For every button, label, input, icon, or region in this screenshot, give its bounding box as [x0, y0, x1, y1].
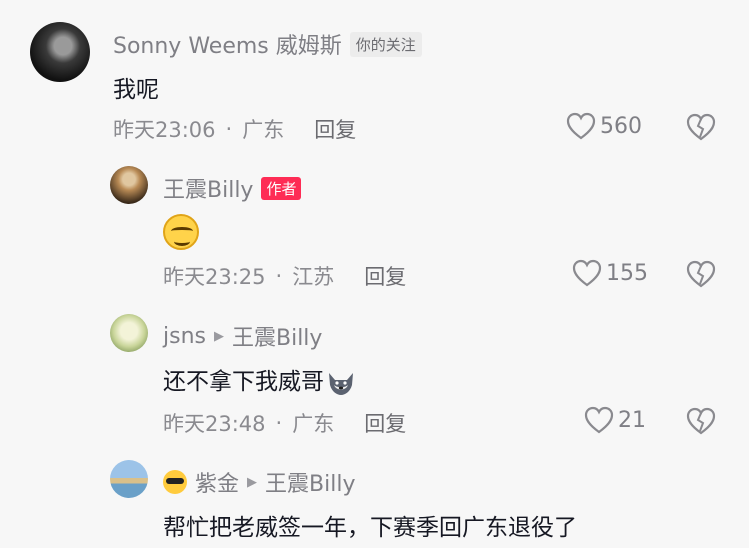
separator: ·	[275, 411, 283, 435]
heart-icon	[566, 112, 596, 140]
avatar[interactable]	[110, 460, 148, 498]
location: 江苏	[292, 265, 335, 289]
comment-meta: 昨天23:48 · 广东 回复	[163, 408, 406, 438]
like-count: 21	[618, 407, 646, 433]
avatar[interactable]	[30, 22, 90, 82]
username[interactable]: 紫金	[195, 466, 239, 498]
like-button[interactable]: 560	[566, 112, 642, 140]
comment-text: 帮忙把老威签一年，下赛季回广东退役了	[163, 515, 577, 541]
dislike-button[interactable]	[686, 407, 716, 435]
username[interactable]: jsns	[163, 324, 206, 349]
reply-to-username[interactable]: 王震Billy	[265, 466, 355, 498]
timestamp: 昨天23:06	[113, 118, 216, 142]
comment-author-row: 王震Billy 作者	[163, 172, 302, 204]
broken-heart-icon	[686, 113, 716, 141]
broken-heart-icon	[686, 407, 716, 435]
like-count: 155	[606, 260, 648, 286]
author-badge: 作者	[261, 176, 302, 200]
timestamp: 昨天23:25	[163, 265, 266, 289]
comment-text: 我呢	[113, 77, 159, 103]
username[interactable]: 王震Billy	[163, 172, 253, 204]
avatar[interactable]	[110, 166, 148, 204]
heart-icon	[572, 259, 602, 287]
following-badge: 你的关注	[349, 31, 422, 57]
reply-arrow-icon: ▶	[213, 328, 224, 344]
like-count: 560	[600, 113, 642, 139]
avatar[interactable]	[110, 314, 148, 352]
timestamp: 昨天23:48	[163, 412, 266, 436]
comment-author-row: jsns ▶ 王震Billy	[163, 320, 322, 352]
reply-button[interactable]: 回复	[364, 261, 406, 291]
heart-icon	[584, 406, 614, 434]
separator: ·	[225, 117, 233, 141]
separator: ·	[275, 264, 283, 288]
comment-author-row: 紫金 ▶ 王震Billy	[163, 466, 355, 498]
username[interactable]: Sonny Weems 威姆斯	[113, 28, 342, 60]
broken-heart-icon	[686, 260, 716, 288]
dislike-button[interactable]	[686, 113, 716, 141]
comment-meta: 昨天23:06 · 广东 回复	[113, 114, 356, 144]
sunglasses-face-icon	[163, 470, 187, 494]
wolf-emoji	[329, 372, 353, 395]
comment-meta: 昨天23:25 · 江苏 回复	[163, 261, 406, 291]
reply-button[interactable]: 回复	[314, 114, 356, 144]
reply-button[interactable]: 回复	[364, 408, 406, 438]
reply-to-username[interactable]: 王震Billy	[232, 320, 322, 352]
comment-author-row: Sonny Weems 威姆斯 你的关注	[113, 28, 422, 60]
reply-arrow-icon: ▶	[247, 474, 258, 490]
dislike-button[interactable]	[686, 260, 716, 288]
location: 广东	[242, 118, 285, 142]
grinning-face-emoji	[163, 214, 199, 250]
like-button[interactable]: 155	[572, 259, 648, 287]
location: 广东	[292, 412, 335, 436]
like-button[interactable]: 21	[584, 406, 646, 434]
comment-text: 还不拿下我威哥	[163, 369, 324, 395]
comment-text-row: 还不拿下我威哥	[163, 362, 356, 397]
